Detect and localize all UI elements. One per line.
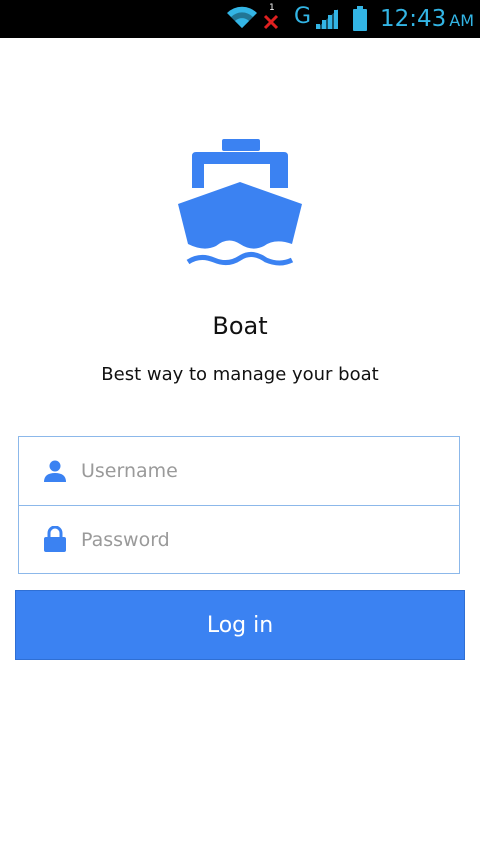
login-form	[18, 436, 460, 574]
username-field	[19, 437, 459, 506]
lock-icon	[44, 526, 66, 552]
status-bar: 1 G 12:43 AM	[0, 0, 480, 38]
signal-icon	[316, 9, 338, 29]
login-button[interactable]: Log in	[15, 590, 465, 660]
password-field	[19, 506, 459, 574]
clock-ampm: AM	[449, 11, 475, 30]
app-tagline: Best way to manage your boat	[101, 364, 379, 385]
clock-time: 12:43	[380, 6, 447, 32]
ship-icon	[178, 139, 302, 266]
battery-icon	[353, 6, 367, 31]
username-input[interactable]	[81, 437, 441, 505]
app-title: Boat	[212, 312, 268, 340]
wifi-icon	[227, 6, 257, 29]
network-type-label: G	[294, 4, 312, 29]
clock: 12:43 AM	[380, 6, 474, 32]
sim-no-signal-icon: 1	[262, 3, 282, 32]
user-icon	[44, 460, 66, 482]
password-input[interactable]	[81, 506, 441, 574]
